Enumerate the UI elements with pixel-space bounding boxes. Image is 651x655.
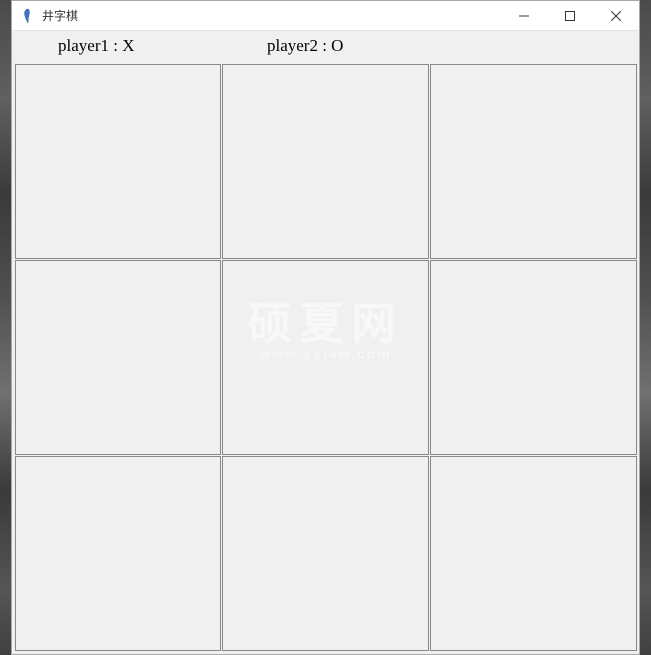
cell-1-1[interactable] [222,260,429,455]
window-controls [501,1,639,30]
background-edge-right [640,0,651,655]
cell-1-0[interactable] [15,260,222,455]
player1-wrap: player1 : X [12,36,221,56]
titlebar: 井字棋 [12,1,639,31]
cell-0-0[interactable] [15,64,222,259]
player2-wrap: player2 : O [221,36,430,56]
window-title: 井字棋 [42,7,501,24]
maximize-button[interactable] [547,1,593,30]
cell-0-1[interactable] [222,64,429,259]
player-labels-row: player1 : X player2 : O [12,31,639,61]
player2-label: player2 : O [267,36,343,55]
background-edge-left [0,0,11,655]
game-board [12,61,639,654]
minimize-button[interactable] [501,1,547,30]
cell-2-1[interactable] [222,456,429,651]
cell-2-2[interactable] [430,456,637,651]
cell-1-2[interactable] [430,260,637,455]
cell-0-2[interactable] [430,64,637,259]
app-window: 井字棋 player1 : X player2 : O [11,0,640,655]
player1-label: player1 : X [58,36,134,55]
cell-2-0[interactable] [15,456,222,651]
app-icon [20,8,36,24]
close-button[interactable] [593,1,639,30]
